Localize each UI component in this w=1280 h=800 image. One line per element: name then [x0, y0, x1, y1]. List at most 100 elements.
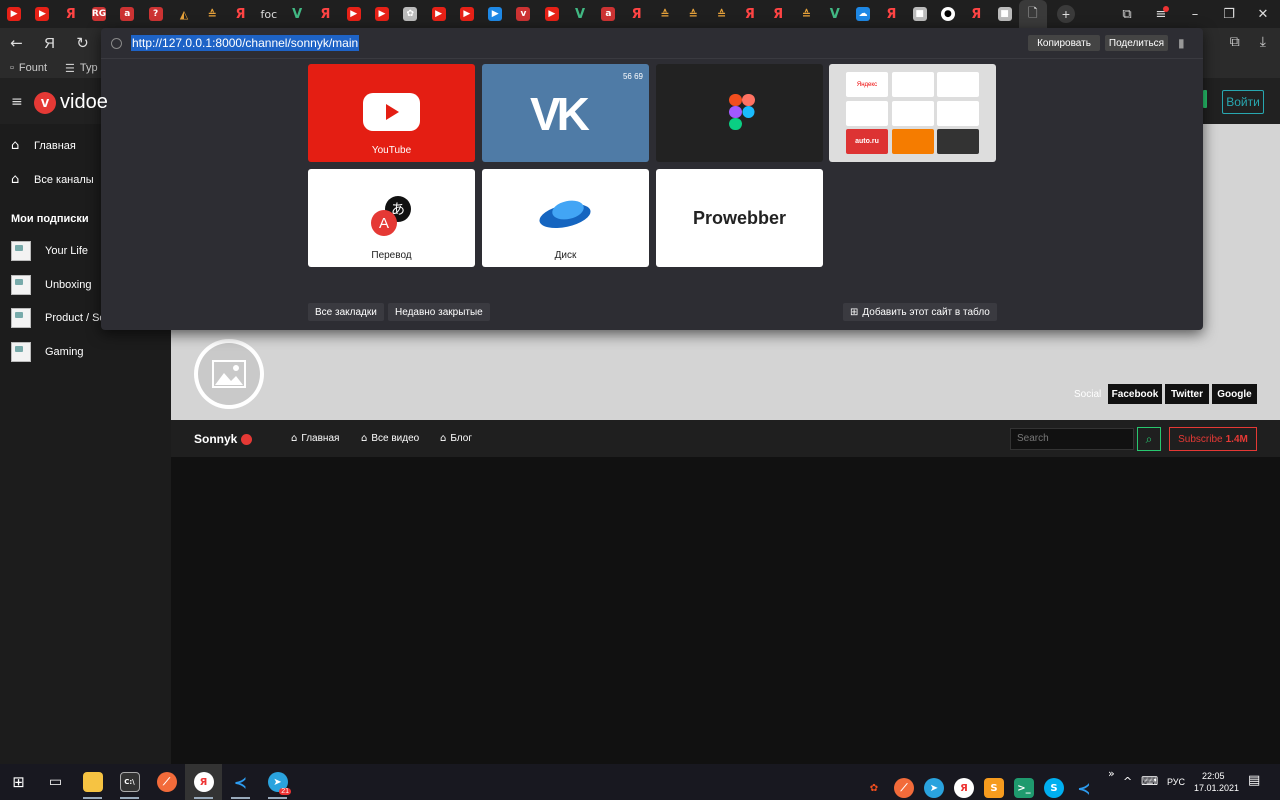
chevron-up-icon[interactable]: ^ [1123, 775, 1132, 788]
tab-item[interactable]: ≙ [679, 0, 707, 28]
tab-item[interactable]: ▶ [424, 0, 452, 28]
tab-item[interactable]: Я [736, 0, 764, 28]
tab-item[interactable]: ≙ [792, 0, 820, 28]
keyboard-icon[interactable]: ⌨ [1141, 774, 1158, 788]
tab-item[interactable]: Я [311, 0, 339, 28]
tile-vk[interactable]: 56 69 VK [482, 64, 649, 162]
tile-translate[interactable]: あ A Перевод [308, 169, 475, 267]
subscription-item[interactable]: Your Life [11, 241, 88, 261]
tile-prowebber[interactable]: Prowebber [656, 169, 823, 267]
bookmark-typ[interactable]: ☰ Typ [65, 62, 98, 75]
yandex-button[interactable]: Я [33, 28, 66, 58]
start-button[interactable]: ⊞ [0, 764, 37, 800]
tab-item[interactable]: Я [962, 0, 990, 28]
tab-item[interactable]: ▶ [0, 0, 28, 28]
tray-yandex[interactable]: Я [952, 770, 976, 800]
tab-item[interactable]: Я [57, 0, 85, 28]
tab-item[interactable]: ■ [906, 0, 934, 28]
overflow-icon[interactable]: » [1108, 767, 1115, 780]
tray-vscode[interactable]: ≺ [1072, 770, 1096, 800]
facebook-button[interactable]: Facebook [1108, 384, 1162, 404]
tab-item[interactable]: ▶ [538, 0, 566, 28]
collections-icon[interactable]: ⧉ [1110, 0, 1144, 28]
tab-item[interactable]: foc [255, 0, 283, 28]
taskbar-postman[interactable]: ⟋ [148, 764, 185, 800]
taskbar-vscode[interactable]: ≺ [222, 764, 259, 800]
taskbar-telegram[interactable]: ➤ 21 [259, 764, 296, 800]
channel-tab-blog[interactable]: ⌂ Блог [440, 433, 472, 444]
tab-item[interactable]: ▶ [28, 0, 56, 28]
copy-button[interactable]: Копировать [1028, 35, 1100, 51]
tray-skype[interactable]: S [1042, 770, 1066, 800]
clock-date[interactable]: 17.01.2021 [1194, 783, 1239, 793]
taskbar-explorer[interactable] [74, 764, 111, 800]
tray-sublime[interactable]: S [982, 770, 1006, 800]
tray-terminal[interactable]: >_ [1012, 770, 1036, 800]
clock-time[interactable]: 22:05 [1202, 771, 1225, 781]
tab-item[interactable]: Я [623, 0, 651, 28]
notification-icon[interactable]: ▤ [1248, 773, 1260, 788]
task-view-button[interactable]: ▭ [37, 764, 74, 800]
site-logo[interactable]: v vidoe [34, 91, 108, 114]
tray-telegram[interactable]: ➤ [922, 770, 946, 800]
tab-item[interactable]: ▶ [368, 0, 396, 28]
tab-item[interactable]: RG [85, 0, 113, 28]
subscription-item[interactable]: Product / Ser [11, 308, 109, 328]
tab-item[interactable]: ≙ [707, 0, 735, 28]
tab-item[interactable]: V [566, 0, 594, 28]
tab-item[interactable]: ● [934, 0, 962, 28]
tile-figma[interactable] [656, 64, 823, 162]
bookmark-fount[interactable]: ▫ Fount [10, 62, 47, 74]
tab-item[interactable]: Я [226, 0, 254, 28]
tab-item[interactable]: ✿ [396, 0, 424, 28]
tab-item[interactable]: Я [764, 0, 792, 28]
tile-disk[interactable]: Диск [482, 169, 649, 267]
tile-yandex-group[interactable]: Яндекс auto.ru [829, 64, 996, 162]
tile-youtube[interactable]: YouTube [308, 64, 475, 162]
tab-item[interactable]: ▶ [481, 0, 509, 28]
search-input[interactable]: Search [1010, 428, 1134, 450]
tab-item[interactable]: a [113, 0, 141, 28]
menu-icon[interactable]: ≡ [1144, 0, 1178, 28]
tab-item[interactable]: ▶ [453, 0, 481, 28]
download-icon[interactable]: ⤓ [1260, 34, 1266, 50]
tab-item[interactable]: ≙ [651, 0, 679, 28]
address-bar[interactable]: http://127.0.0.1:8000/channel/sonnyk/mai… [111, 35, 360, 51]
tab-item[interactable]: V [821, 0, 849, 28]
extensions-icon[interactable]: ⧉ [1230, 34, 1240, 50]
channel-tab-home[interactable]: ⌂ Главная [291, 433, 339, 444]
channel-tab-videos[interactable]: ⌂ Все видео [361, 433, 419, 444]
tab-item[interactable]: ■ [990, 0, 1018, 28]
tab-item[interactable]: ? [141, 0, 169, 28]
tab-item[interactable]: a [594, 0, 622, 28]
sidebar-item-all-channels[interactable]: ⌂ Все каналы [11, 172, 94, 187]
new-tab-button[interactable]: + [1056, 5, 1075, 23]
login-button[interactable]: Войти [1222, 90, 1264, 114]
taskbar-terminal[interactable]: C:\ [111, 764, 148, 800]
subscribe-button[interactable]: Subscribe 1.4M [1169, 427, 1257, 451]
tray-figma[interactable]: ✿ [862, 770, 886, 800]
language-indicator[interactable]: РУС [1167, 777, 1185, 787]
hamburger-icon[interactable]: ≡ [11, 94, 23, 110]
tab-item[interactable]: ▶ [340, 0, 368, 28]
bookmark-icon[interactable]: ▮ [1178, 36, 1185, 50]
all-bookmarks-button[interactable]: Все закладки [308, 303, 384, 321]
back-button[interactable]: ← [0, 28, 33, 58]
minimize-button[interactable]: – [1178, 0, 1212, 28]
close-button[interactable]: ✕ [1246, 0, 1280, 28]
recently-closed-button[interactable]: Недавно закрытые [388, 303, 490, 321]
tab-item[interactable]: ◭ [170, 0, 198, 28]
share-button[interactable]: Поделиться [1105, 35, 1168, 51]
google-button[interactable]: Google [1212, 384, 1257, 404]
taskbar-yandex-browser[interactable]: Я [185, 764, 222, 800]
tab-item[interactable]: Я [877, 0, 905, 28]
search-button[interactable]: ⌕ [1137, 427, 1161, 451]
tray-postman[interactable]: ⟋ [892, 770, 916, 800]
tab-item[interactable]: V [283, 0, 311, 28]
sidebar-item-home[interactable]: ⌂ Главная [11, 138, 76, 153]
url-text[interactable]: http://127.0.0.1:8000/channel/sonnyk/mai… [131, 35, 360, 51]
tab-item[interactable]: v [509, 0, 537, 28]
restore-button[interactable]: ❐ [1212, 0, 1246, 28]
subscription-item[interactable]: Unboxing [11, 275, 91, 295]
tab-active-new[interactable]: 🗋 [1018, 0, 1047, 28]
